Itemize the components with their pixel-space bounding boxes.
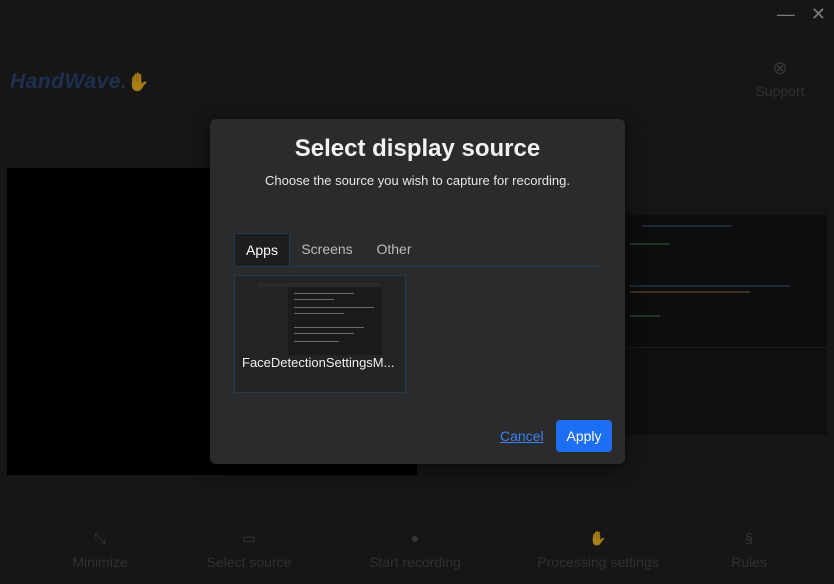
thumb-line: [294, 307, 374, 308]
thumb-line: [294, 327, 364, 328]
dialog-subtitle: Choose the source you wish to capture fo…: [265, 173, 570, 188]
thumb-sidebar: [258, 287, 288, 355]
source-thumbnail: [258, 283, 382, 355]
apply-button[interactable]: Apply: [556, 420, 612, 452]
thumb-line: [294, 333, 354, 334]
thumb-line: [294, 299, 334, 300]
source-tabs: Apps Screens Other: [234, 233, 600, 267]
tab-screens[interactable]: Screens: [296, 233, 358, 266]
thumb-line: [294, 341, 339, 342]
thumb-line: [294, 313, 344, 314]
tab-apps[interactable]: Apps: [234, 233, 290, 266]
select-source-dialog: Select display source Choose the source …: [210, 119, 625, 464]
source-name: FaceDetectionSettingsM...: [242, 355, 395, 370]
tab-other[interactable]: Other: [368, 233, 420, 266]
dialog-title: Select display source: [294, 135, 541, 162]
thumb-line: [294, 293, 354, 294]
cancel-button[interactable]: Cancel: [500, 428, 544, 444]
source-item[interactable]: FaceDetectionSettingsM...: [234, 275, 406, 393]
